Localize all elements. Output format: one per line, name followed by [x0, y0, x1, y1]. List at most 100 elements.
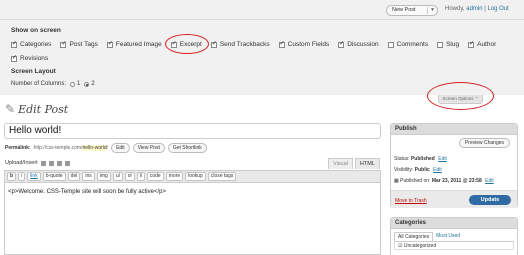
edit-status-link[interactable]: Edit [438, 156, 447, 162]
screen-layout-heading: Screen Layout [11, 68, 56, 75]
admin-bar: New Post ▼ Howdy, admin | Log Out [0, 0, 524, 20]
screen-options-toggle[interactable]: Screen Options ⌃ [438, 95, 483, 104]
highlight-circle-excerpt [165, 34, 209, 54]
checkbox-box[interactable] [387, 41, 394, 48]
quicktag-blockquote[interactable]: b-quote [42, 172, 66, 181]
quicktag-ol[interactable]: ol [124, 172, 135, 181]
quicktag-bold[interactable]: b [7, 172, 17, 181]
quicktag-lookup[interactable]: lookup [185, 172, 206, 181]
post-editor: b i link b-quote del ins img ul ol li co… [4, 170, 381, 255]
add-audio-icon[interactable] [56, 160, 62, 166]
page-title: Edit Post [18, 102, 69, 116]
checkbox-post-tags[interactable]: Post Tags [60, 40, 98, 48]
quicktag-li[interactable]: li [136, 172, 145, 181]
checkbox-label: Send Trackbacks [219, 41, 270, 48]
tab-visual[interactable]: Visual [328, 158, 353, 169]
checkbox-box[interactable] [338, 40, 344, 48]
checkbox-box[interactable] [468, 40, 474, 48]
checkbox-label: Categories [20, 41, 52, 48]
checkbox-author[interactable]: Author [468, 40, 497, 48]
upload-insert-bar: Upload/Insert [5, 160, 70, 166]
chevron-down-icon: ▼ [430, 7, 435, 13]
checkbox-box[interactable] [210, 40, 217, 48]
tab-html[interactable]: HTML [354, 158, 380, 169]
checkbox-box[interactable] [60, 40, 66, 48]
calendar-icon: ▦ [394, 178, 399, 184]
new-post-label: New Post [392, 7, 416, 13]
tab-all-categories[interactable]: All Categories [394, 232, 434, 241]
checkbox-label: Featured Image [115, 41, 162, 48]
checkbox-featured-image[interactable]: Featured Image [106, 40, 162, 48]
quicktag-img[interactable]: img [96, 172, 111, 181]
move-to-trash-link[interactable]: Move to Trash [395, 198, 427, 204]
checkbox-send-trackbacks[interactable]: Send Trackbacks [210, 40, 270, 48]
publish-box: Publish Preview Changes Status: Publishe… [390, 123, 518, 208]
howdy-label: Howdy, [445, 6, 465, 12]
checkbox-row-2: Revisions [11, 54, 57, 62]
checkbox-box[interactable] [278, 40, 285, 48]
radio-label-1: 1 [77, 81, 81, 87]
checkbox-box[interactable] [11, 54, 17, 62]
dropdown-separator [427, 7, 428, 14]
tab-most-used[interactable]: Most Used [433, 232, 463, 241]
update-button[interactable]: Update [469, 195, 511, 205]
quicktag-italic[interactable]: i [18, 172, 26, 181]
edit-visibility-link[interactable]: Edit [433, 167, 442, 173]
add-media-icon[interactable] [64, 160, 70, 166]
checkbox-row-1: Categories Post Tags Featured Image Exce… [11, 40, 505, 48]
upload-label: Upload/Insert [5, 160, 38, 166]
post-content-textarea[interactable]: <p>Welcome. CSS-Temple site will soon be… [5, 183, 380, 201]
categories-box: Categories All Categories Most Used ☑ Un… [390, 217, 518, 255]
quicktags-toolbar: b i link b-quote del ins img ul ol li co… [5, 171, 380, 183]
published-date-line: ▦ Published on: Mar 23, 2011 @ 23:58 Edi… [394, 178, 494, 184]
checkbox-label: Comments [396, 41, 429, 48]
radio-label-2: 2 [91, 81, 95, 87]
quicktag-code[interactable]: code [146, 172, 164, 181]
checkbox-comments[interactable]: Comments [387, 41, 429, 48]
editor-mode-tabs: Visual HTML [326, 158, 380, 169]
checkbox-custom-fields[interactable]: Custom Fields [278, 40, 330, 48]
preview-changes-button[interactable]: Preview Changes [458, 138, 510, 148]
page-header: ✎ Edit Post [5, 102, 68, 116]
checkbox-slug[interactable]: Slug [437, 41, 459, 48]
quicktag-link[interactable]: link [27, 172, 41, 181]
checkbox-discussion[interactable]: Discussion [338, 40, 379, 48]
show-on-screen-heading: Show on screen [11, 27, 61, 34]
category-checkbox[interactable]: ☑ [398, 243, 402, 249]
quicktag-close-tags[interactable]: close tags [207, 172, 237, 181]
new-post-dropdown[interactable]: New Post ▼ [386, 5, 438, 16]
view-post-button[interactable]: View Post [132, 143, 165, 153]
add-video-icon[interactable] [48, 160, 54, 166]
visibility-label: Visibility: [394, 167, 414, 173]
checkbox-box[interactable] [437, 41, 444, 48]
get-shortlink-button[interactable]: Get Shortlink [167, 143, 207, 153]
quicktag-more[interactable]: more [165, 172, 184, 181]
checkbox-label: Custom Fields [287, 41, 330, 48]
permalink-label: Permalink: [5, 145, 31, 151]
post-title-input[interactable]: Hello world! [4, 123, 381, 139]
radio-two-columns[interactable] [84, 81, 90, 87]
quicktag-del[interactable]: del [67, 172, 81, 181]
user-link[interactable]: admin [466, 6, 482, 12]
checkbox-box[interactable] [106, 40, 113, 48]
checkbox-categories[interactable]: Categories [11, 40, 52, 48]
visibility-value: Public [414, 167, 430, 173]
edit-date-link[interactable]: Edit [485, 178, 494, 184]
status-line: Status: Published Edit [394, 156, 447, 162]
checkbox-label: Slug [446, 41, 460, 48]
permalink-slug[interactable]: hello-world [82, 145, 107, 151]
columns-selector: Number of Columns: 1 2 [11, 81, 95, 87]
visibility-line: Visibility: Public Edit [394, 167, 442, 173]
logout-link[interactable]: Log Out [487, 6, 508, 12]
checkbox-label: Post Tags [69, 41, 98, 48]
checkbox-label: Author [477, 41, 497, 48]
quicktag-ul[interactable]: ul [112, 172, 123, 181]
categories-heading: Categories [391, 218, 517, 229]
pen-icon: ✎ [5, 102, 16, 116]
checkbox-box[interactable] [11, 40, 17, 48]
radio-one-column[interactable] [70, 81, 76, 87]
quicktag-ins[interactable]: ins [82, 172, 95, 181]
checkbox-revisions[interactable]: Revisions [11, 54, 48, 62]
edit-permalink-button[interactable]: Edit [111, 143, 130, 153]
add-image-icon[interactable] [40, 160, 46, 166]
